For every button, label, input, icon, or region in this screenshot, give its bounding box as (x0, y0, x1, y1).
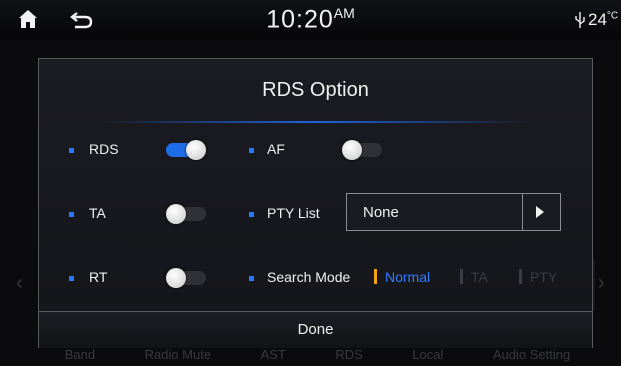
segment-marker (460, 269, 463, 284)
toggle-knob (166, 204, 186, 224)
background-menu: Band Radio Mute AST RDS Local Audio Sett… (40, 347, 595, 366)
title-divider (99, 121, 532, 123)
option-label-af: AF (267, 141, 285, 157)
menu-radio-mute: Radio Mute (144, 347, 212, 362)
option-label-rt: RT (89, 269, 108, 285)
play-arrow-icon (536, 206, 544, 218)
segment-marker (519, 269, 522, 284)
menu-local: Local (412, 347, 444, 362)
chevron-left-icon: ‹ (16, 272, 23, 294)
done-button[interactable]: Done (39, 311, 592, 348)
search-mode-pty[interactable]: PTY (519, 269, 557, 285)
bullet (69, 276, 74, 281)
select-divider (522, 194, 523, 230)
ta-toggle[interactable] (166, 204, 206, 224)
option-label-pty-list: PTY List (267, 205, 320, 221)
af-toggle[interactable] (342, 140, 382, 160)
menu-audio-setting: Audio Setting (492, 347, 571, 362)
menu-ast: AST (260, 347, 286, 362)
clock: 10:20AM (0, 5, 621, 34)
toggle-knob (342, 140, 362, 160)
search-mode-ta[interactable]: TA (460, 269, 488, 285)
menu-rds: RDS (335, 347, 363, 362)
rt-toggle[interactable] (166, 268, 206, 288)
usb-icon (575, 12, 585, 28)
bullet (249, 276, 254, 281)
bullet (249, 212, 254, 217)
temperature-unit: °C (606, 10, 619, 22)
search-mode-normal[interactable]: Normal (374, 269, 430, 285)
clock-ampm: AM (333, 5, 355, 21)
dialog-title: RDS Option (262, 79, 369, 101)
pty-list-value: None (363, 204, 399, 221)
option-label-ta: TA (89, 205, 106, 221)
clock-time: 10:20 (266, 5, 334, 34)
search-mode-normal-label: Normal (385, 269, 431, 285)
search-mode-ta-label: TA (471, 269, 488, 285)
rds-toggle[interactable] (166, 140, 206, 160)
bullet (69, 148, 74, 153)
status-bar: 10:20AM 24°C (0, 0, 621, 40)
chevron-right-icon: › (598, 272, 605, 294)
bullet (249, 148, 254, 153)
toggle-knob (166, 268, 186, 288)
option-label-search-mode: Search Mode (267, 269, 351, 285)
temperature: 24°C (588, 10, 618, 30)
search-mode-pty-label: PTY (530, 269, 558, 285)
option-label-rds: RDS (89, 141, 119, 157)
bullet (69, 212, 74, 217)
toggle-knob (186, 140, 206, 160)
rds-option-dialog: RDS Option RDS AF TA PTY List None RT Se… (38, 58, 593, 348)
temperature-value: 24 (588, 10, 607, 29)
menu-band: Band (64, 347, 96, 362)
pty-list-select[interactable]: None (346, 193, 561, 231)
segment-marker (374, 269, 377, 284)
